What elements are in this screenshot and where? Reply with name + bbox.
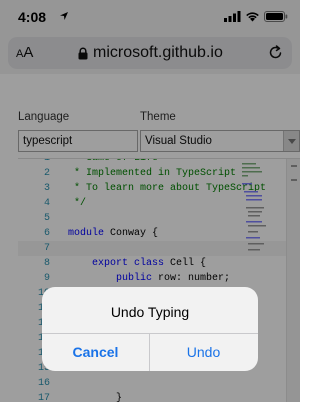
screen: 4:08 AA microsoft.github.io Language The… [0, 0, 300, 402]
alert-title: Undo Typing [110, 304, 190, 320]
cancel-button[interactable]: Cancel [42, 334, 149, 371]
undo-typing-alert: Undo Typing Cancel Undo [42, 287, 258, 371]
undo-button[interactable]: Undo [150, 334, 257, 371]
